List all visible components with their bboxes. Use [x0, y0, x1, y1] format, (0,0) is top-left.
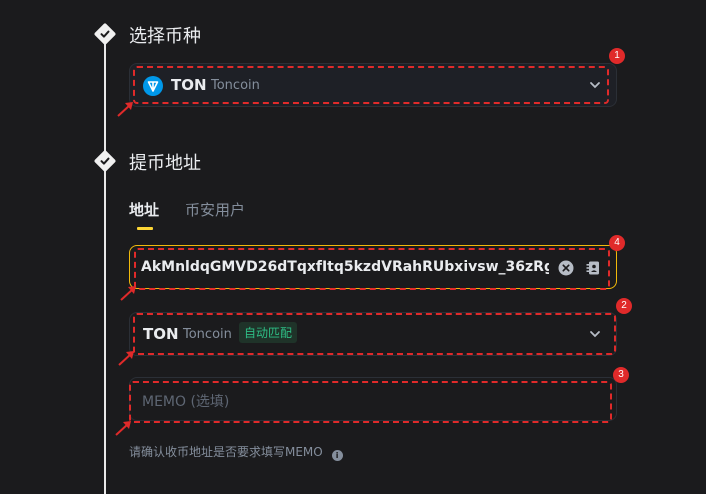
annotation-arrow-icon	[120, 286, 136, 301]
address-book-icon[interactable]	[585, 260, 601, 276]
coin-select[interactable]: TON Toncoin	[129, 63, 617, 107]
coin-symbol: TON	[171, 76, 207, 94]
memo-hint-text: 请确认收币地址是否要求填写MEMO	[129, 445, 323, 459]
annotation-arrow-icon	[118, 351, 134, 366]
coin-name: Toncoin	[211, 78, 260, 93]
check-icon	[100, 157, 110, 165]
memo-placeholder: MEMO (选填)	[142, 394, 230, 410]
step-complete-marker	[93, 22, 117, 46]
memo-hint: 请确认收币地址是否要求填写MEMO i	[129, 443, 343, 461]
address-value: AkMnldqGMVD26dTqxfItq5kzdVRahRUbxivsw_36…	[141, 259, 549, 275]
tab-binance-user[interactable]: 币安用户	[185, 199, 245, 220]
check-icon	[100, 30, 110, 38]
network-select[interactable]: TON Toncoin 自动匹配	[129, 312, 617, 356]
clear-icon[interactable]	[558, 260, 574, 276]
step-title-withdraw-address: 提币地址	[129, 153, 201, 174]
info-icon[interactable]: i	[331, 450, 343, 461]
step-timeline	[104, 34, 106, 494]
chevron-down-icon[interactable]	[588, 327, 602, 341]
annotation-arrow-icon	[115, 421, 131, 436]
annotation-badge-2: 2	[616, 298, 632, 314]
chevron-down-icon[interactable]	[588, 78, 602, 92]
ton-coin-icon	[143, 76, 163, 96]
step-complete-marker	[93, 149, 117, 173]
step-title-select-coin: 选择币种	[129, 26, 201, 47]
memo-input[interactable]: MEMO (选填)	[129, 377, 617, 421]
tab-address[interactable]: 地址	[129, 199, 159, 220]
annotation-arrow-icon	[117, 102, 133, 117]
network-name: Toncoin	[183, 327, 232, 342]
annotation-badge-3: 3	[613, 367, 629, 383]
address-input[interactable]: AkMnldqGMVD26dTqxfItq5kzdVRahRUbxivsw_36…	[129, 245, 617, 289]
annotation-badge-1: 1	[609, 48, 625, 64]
active-tab-indicator	[137, 227, 153, 230]
network-symbol: TON	[143, 325, 179, 343]
auto-match-badge: 自动匹配	[239, 322, 298, 343]
annotation-badge-4: 4	[609, 235, 625, 251]
